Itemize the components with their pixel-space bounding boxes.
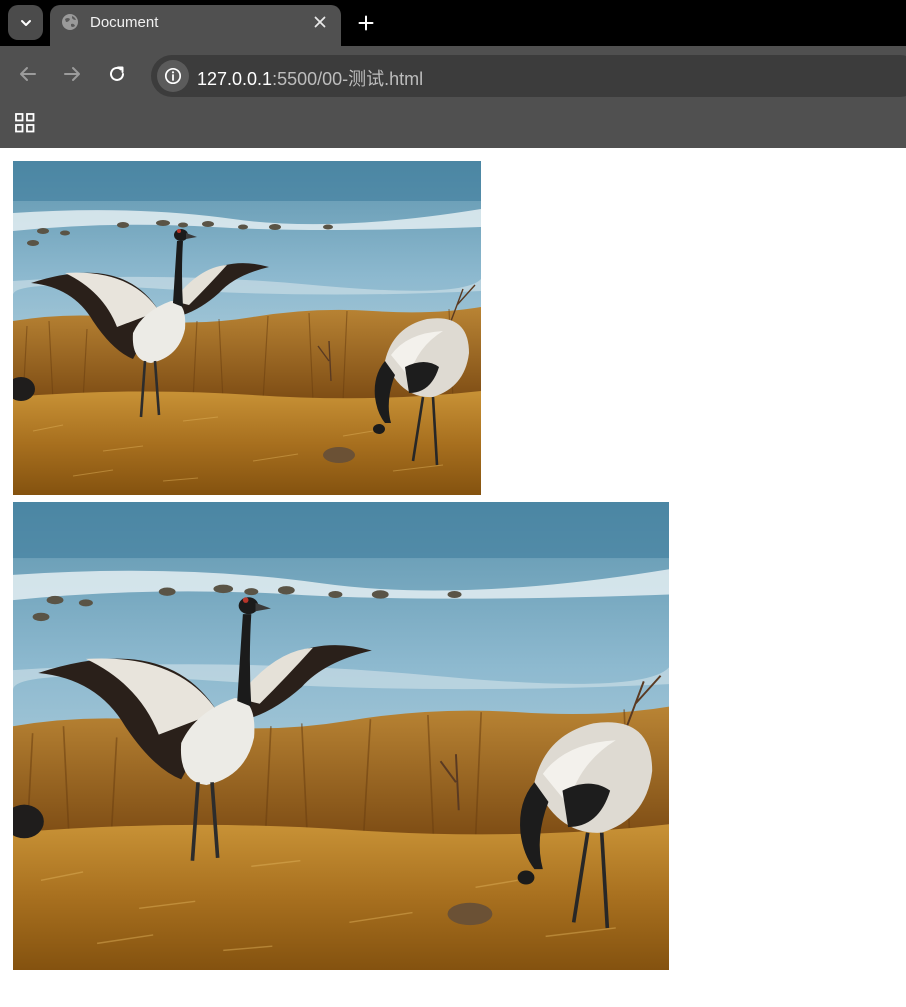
url-path: :5500/00-测试.html	[272, 69, 424, 89]
close-icon	[314, 16, 326, 28]
apps-grid-icon[interactable]	[14, 112, 36, 134]
tab-strip: Document	[0, 0, 906, 46]
reload-icon	[110, 66, 124, 81]
bookmarks-bar	[0, 102, 906, 148]
forward-button[interactable]	[58, 60, 86, 88]
close-tab-button[interactable]	[309, 11, 331, 33]
site-info-button[interactable]	[157, 60, 189, 92]
globe-icon	[62, 14, 78, 30]
new-tab-button[interactable]	[353, 10, 379, 36]
active-tab[interactable]: Document	[50, 5, 341, 46]
reload-button[interactable]	[103, 60, 131, 88]
plus-icon	[358, 15, 374, 31]
address-bar[interactable]: 127.0.0.1:5500/00-测试.html	[151, 55, 906, 97]
url-host: 127.0.0.1	[197, 69, 273, 89]
browser-toolbar: 127.0.0.1:5500/00-测试.html	[0, 46, 906, 102]
tab-search-button[interactable]	[8, 5, 43, 40]
arrow-left-icon	[20, 67, 36, 81]
arrow-right-icon	[64, 67, 80, 81]
crane-photo-small	[13, 161, 481, 495]
back-button[interactable]	[14, 60, 42, 88]
page-content	[0, 148, 906, 1007]
chevron-down-icon	[20, 19, 31, 26]
crane-photo-large	[13, 502, 669, 970]
url-text[interactable]: 127.0.0.1:5500/00-测试.html	[197, 65, 423, 91]
info-icon	[164, 67, 182, 85]
tab-title: Document	[90, 14, 159, 31]
